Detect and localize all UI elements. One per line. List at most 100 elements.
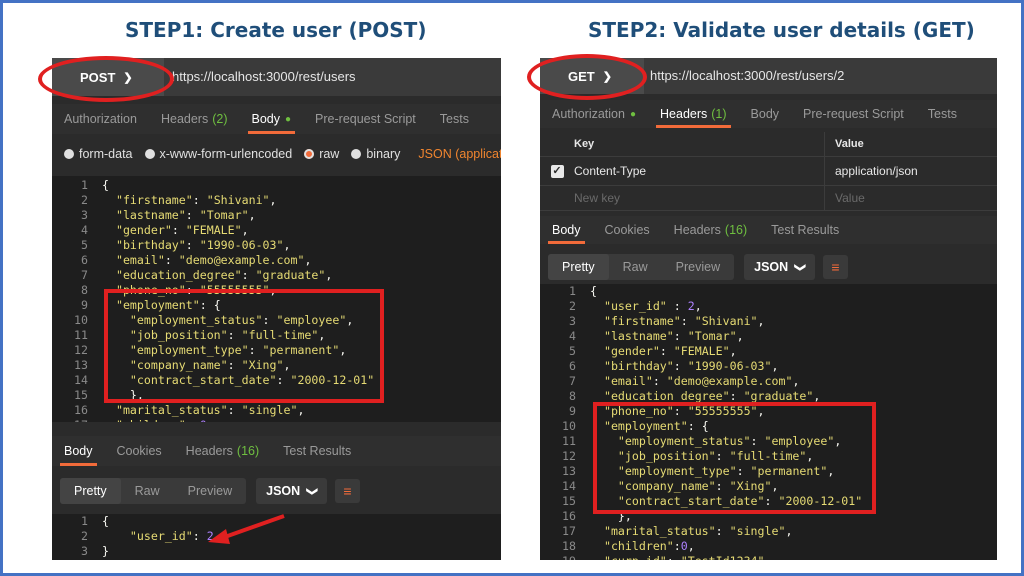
line-number: 16 [562,509,576,523]
tab-authorization[interactable]: Authorization [52,104,149,134]
headers-table: Key Value ✓ Content-Type application/jso… [540,132,997,211]
tab-badge: (16) [724,223,748,237]
radio-label: raw [319,147,340,161]
header-enabled-checkbox[interactable]: ✓ [550,164,564,178]
radio-icon [64,149,74,159]
step2-title: STEP2: Validate user details (GET) [588,18,975,42]
tab-headers[interactable]: Headers (2) [149,104,240,134]
format-select[interactable]: JSON ❯ [744,254,816,280]
resp-tab-headers[interactable]: Headers (16) [662,216,759,244]
resp-tab-body[interactable]: Body [540,216,593,244]
code-text: "marital_status": "single", [590,524,793,538]
new-value-input[interactable]: Value [824,186,997,210]
response-tabs: Body Cookies Headers (16) Test Results [540,216,997,244]
tab-tests[interactable]: Tests [916,100,969,128]
code-text: { [102,514,109,528]
radio-icon [144,149,155,159]
code-line: 1{ [540,284,997,299]
line-number: 9 [81,298,88,312]
tab-label: Tests [927,107,957,121]
tab-label: Headers [185,444,233,458]
line-number: 5 [569,344,576,358]
view-mode-pretty[interactable]: Pretty [548,254,609,280]
line-number: 3 [81,544,88,558]
code-line: 17 "children": 0, [52,418,501,422]
radio-binary[interactable]: binary [351,147,400,161]
code-line: 3 "firstname": "Shivani", [540,314,997,329]
url-input[interactable]: https://localhost:3000/rest/users/2 [650,58,844,94]
tab-badge: (1) [711,107,727,121]
wrap-lines-icon[interactable]: ≡ [335,479,360,503]
status-dot-icon: ● [629,108,637,120]
tab-badge: (16) [236,444,260,458]
header-key[interactable]: Content-Type [574,164,824,178]
resp-tab-cookies[interactable]: Cookies [105,436,174,466]
line-number: 4 [81,223,88,237]
tab-authorization[interactable]: Authorization ● [540,100,648,128]
code-text: "user_id": 2 [102,529,214,543]
code-line: 5 "gender": "FEMALE", [540,344,997,359]
code-text: "email": "demo@example.com", [590,374,800,388]
new-header-row[interactable]: New key Value [540,186,997,211]
line-number: 1 [569,284,576,298]
resp-tab-test-results[interactable]: Test Results [271,436,363,466]
radio-label: form-data [79,147,133,161]
radio-form-data[interactable]: form-data [64,147,133,161]
url-input[interactable]: https://localhost:3000/rest/users [172,58,356,96]
resp-tab-cookies[interactable]: Cookies [593,216,662,244]
tab-label: Body [552,223,581,237]
code-line: 17 "marital_status": "single", [540,524,997,539]
code-line: 2 "user_id" : 2, [540,299,997,314]
tab-label: Headers [673,223,721,237]
wrap-lines-icon[interactable]: ≡ [823,255,848,279]
radio-x-www-form-urlencoded[interactable]: x-www-form-urlencoded [144,147,292,161]
line-number: 11 [74,328,88,342]
tab-label: Body [750,107,780,121]
new-key-input[interactable]: New key [574,191,824,205]
resp-tab-headers[interactable]: Headers (16) [174,436,271,466]
view-mode-preview[interactable]: Preview [174,478,246,504]
header-row[interactable]: ✓ Content-Type application/json [540,157,997,186]
chevron-down-icon: ❯ [794,262,807,272]
header-value[interactable]: application/json [824,157,997,185]
tab-label: Tests [439,112,469,126]
line-number: 10 [562,419,576,433]
tab-pre-request-script[interactable]: Pre-request Script [303,104,428,134]
radio-raw[interactable]: raw [304,147,339,161]
line-number: 17 [562,524,576,538]
view-mode-raw[interactable]: Raw [609,254,662,280]
line-number: 18 [562,539,576,553]
line-number: 2 [569,299,576,313]
line-number: 11 [562,434,576,448]
tab-tests[interactable]: Tests [428,104,481,134]
line-number: 9 [569,404,576,418]
view-mode-raw[interactable]: Raw [121,478,174,504]
tab-body[interactable]: Body [739,100,792,128]
tab-body[interactable]: Body ● [240,104,304,134]
view-mode-toggle: Pretty Raw Preview [60,478,247,504]
format-select[interactable]: JSON ❯ [256,478,328,504]
key-column-header: Key [574,138,595,150]
code-line: 3 "lastname": "Tomar", [52,208,501,223]
resp-tab-test-results[interactable]: Test Results [759,216,851,244]
view-mode-pretty[interactable]: Pretty [60,478,121,504]
request-tabs: Authorization Headers (2) Body ● Pre-request … [52,104,501,134]
tab-badge: (2) [212,112,228,126]
code-line: 18 "children":0, [540,539,997,554]
line-number: 14 [74,373,88,387]
code-text: "firstname": "Shivani", [102,193,277,207]
tab-headers[interactable]: Headers (1) [648,100,739,128]
view-mode-preview[interactable]: Preview [662,254,734,280]
radio-icon [351,149,362,159]
tab-label: Pre-request Script [803,107,904,121]
resp-tab-body[interactable]: Body [52,436,105,466]
content-type-select[interactable]: JSON (applicat [418,147,501,161]
arrow-head [208,529,230,544]
line-number: 1 [81,178,88,192]
code-text: "birthday": "1990-06-03", [102,238,291,252]
line-number: 16 [74,403,88,417]
code-line: 7 "email": "demo@example.com", [540,374,997,389]
code-text: "marital_status": "single", [102,403,305,417]
tab-pre-request-script[interactable]: Pre-request Script [791,100,916,128]
code-text: "gender": "FEMALE", [102,223,249,237]
